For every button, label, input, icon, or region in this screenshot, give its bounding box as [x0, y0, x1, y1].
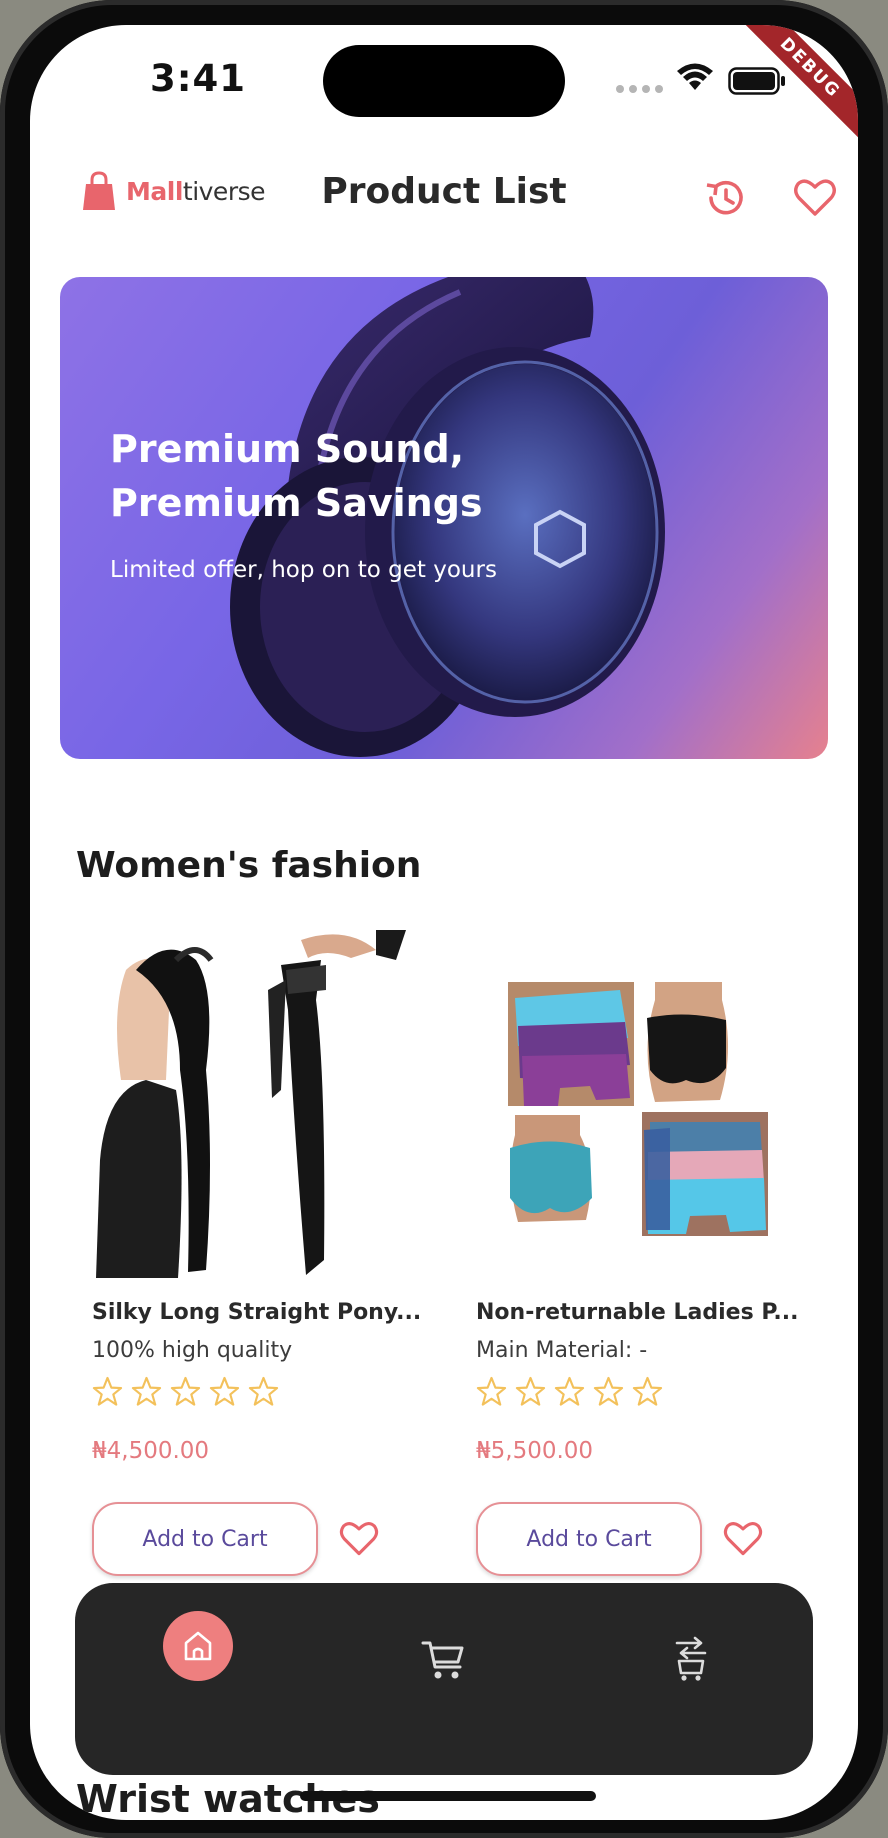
status-time: 3:41 [150, 57, 247, 100]
product-description: Main Material: - [476, 1338, 648, 1363]
star-icon [170, 1376, 201, 1406]
cellular-icon [616, 85, 663, 93]
product-image[interactable] [460, 930, 810, 1278]
add-to-cart-button[interactable]: Add to Cart [476, 1502, 702, 1576]
product-description: 100% high quality [92, 1338, 293, 1363]
star-icon [248, 1376, 279, 1406]
banner-subtitle: Limited offer, hop on to get yours [110, 557, 497, 583]
orders-icon[interactable] [671, 1635, 711, 1683]
star-rating [476, 1376, 663, 1407]
product-name[interactable]: Non-returnable Ladies P... [476, 1300, 806, 1325]
star-icon [131, 1376, 162, 1406]
star-icon [476, 1376, 507, 1406]
app-header: Malltiverse Product List [30, 145, 858, 225]
star-icon [515, 1376, 546, 1406]
product-image[interactable] [76, 930, 426, 1278]
shorts-image [460, 930, 810, 1278]
favorites-heart-icon[interactable] [792, 175, 838, 221]
heart-icon[interactable] [722, 1518, 764, 1560]
app-screen: 3:41 DEBUG Malltiverse Product List Prem… [30, 25, 858, 1820]
promo-banner[interactable]: Premium Sound, Premium Savings Limited o… [60, 277, 828, 759]
star-icon [554, 1376, 585, 1406]
bottom-navigation [75, 1583, 813, 1775]
phone-frame: 3:41 DEBUG Malltiverse Product List Prem… [0, 0, 888, 1838]
battery-icon [728, 67, 785, 95]
cart-icon[interactable] [420, 1635, 468, 1683]
wifi-icon [677, 63, 713, 90]
ponytail-image [76, 930, 426, 1278]
star-icon [593, 1376, 624, 1406]
section-title: Women's fashion [76, 845, 422, 886]
star-icon [632, 1376, 663, 1406]
home-indicator[interactable] [300, 1791, 596, 1801]
star-icon [209, 1376, 240, 1406]
dynamic-island [323, 45, 565, 117]
product-card[interactable]: Non-returnable Ladies P... Main Material… [460, 930, 810, 1590]
product-price: ₦4,500.00 [92, 1438, 210, 1464]
home-icon [184, 1631, 212, 1661]
banner-title: Premium Sound, Premium Savings [110, 427, 483, 525]
star-rating [92, 1376, 279, 1407]
history-icon[interactable] [702, 175, 748, 221]
star-icon [92, 1376, 123, 1406]
add-to-cart-button[interactable]: Add to Cart [92, 1502, 318, 1576]
product-name[interactable]: Silky Long Straight Pony... [92, 1300, 422, 1325]
product-card[interactable]: Silky Long Straight Pony... 100% high qu… [76, 930, 426, 1590]
heart-icon[interactable] [338, 1518, 380, 1560]
nav-home-button[interactable] [163, 1611, 233, 1681]
product-price: ₦5,500.00 [476, 1438, 594, 1464]
